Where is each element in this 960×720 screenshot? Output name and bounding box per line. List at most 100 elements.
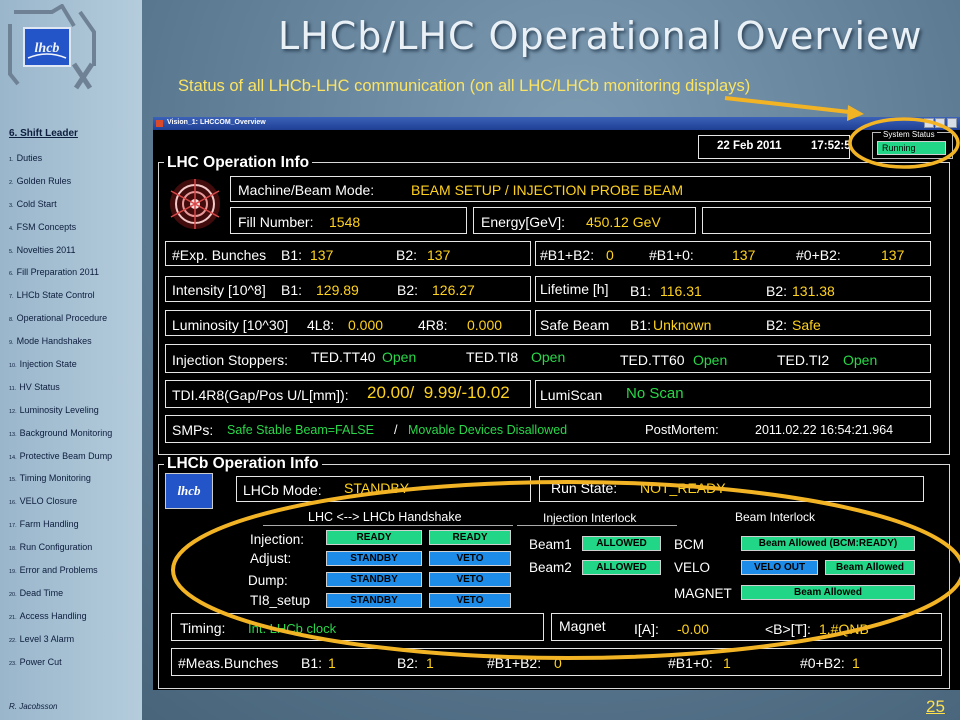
luminosity-label: Luminosity [10^30] <box>172 317 289 333</box>
sidebar-item[interactable]: 1. Duties <box>9 153 141 176</box>
sidebar-item[interactable]: 22. Level 3 Alarm <box>9 634 141 657</box>
dump-lhc-state[interactable]: VETO <box>429 572 511 587</box>
sidebar-item[interactable]: 6. Fill Preparation 2011 <box>9 267 141 290</box>
meas-b1-label: B1: <box>301 655 323 671</box>
smps-separator: / <box>394 423 398 437</box>
lhc-collision-icon <box>170 179 220 229</box>
injection-interlock-title: Injection Interlock <box>543 511 637 525</box>
meas-bunches-box: #Meas.Bunches B1: 1 B2: 1 #B1+B2: 0 #B1+… <box>171 648 942 676</box>
timing-label: Timing: <box>180 620 226 636</box>
energy-label: Energy[GeV]: <box>481 214 566 230</box>
safe-beam-box: Safe Beam B1: Unknown B2: Safe <box>535 310 931 336</box>
sidebar-item[interactable]: 4. FSM Concepts <box>9 222 141 245</box>
sidebar-item-label: Duties <box>16 153 43 163</box>
machine-mode-value: BEAM SETUP / INJECTION PROBE BEAM <box>411 182 684 198</box>
sidebar-item-number: 15. <box>9 477 17 484</box>
sidebar-item-label: Power Cut <box>19 656 62 667</box>
intensity-label: Intensity [10^8] <box>172 282 266 298</box>
sidebar-item[interactable]: 2. Golden Rules <box>9 176 141 199</box>
sidebar-item[interactable]: 23. Power Cut <box>9 657 141 680</box>
lhcb-logo-icon: lhcb <box>8 4 96 90</box>
meas-bunches-label: #Meas.Bunches <box>178 655 279 671</box>
injection-label: Injection: <box>250 532 305 547</box>
maximize-icon[interactable] <box>935 118 945 128</box>
sidebar-item[interactable]: 12. Luminosity Leveling <box>9 405 141 428</box>
lhc-operation-title: LHC Operation Info <box>164 154 313 172</box>
beam2-label: Beam2 <box>529 560 572 575</box>
injection-lhc-state[interactable]: READY <box>429 530 511 545</box>
sidebar-item[interactable]: 17. Farm Handling <box>9 519 141 542</box>
beam-interlock-title: Beam Interlock <box>735 510 816 524</box>
energy-box: Energy[GeV]: 450.12 GeV <box>473 207 696 234</box>
safe-b2-value: Safe <box>792 317 821 333</box>
beam1-allowed[interactable]: ALLOWED <box>582 536 661 551</box>
fill-number-value: 1548 <box>329 214 361 230</box>
beam2-allowed[interactable]: ALLOWED <box>582 560 661 575</box>
sidebar-item-label: Novelties 2011 <box>16 244 76 255</box>
meas-b1-value: 1 <box>328 655 336 671</box>
meas-0b2-value: 1 <box>852 655 860 671</box>
sidebar-item[interactable]: 21. Access Handling <box>9 611 141 634</box>
sidebar-item[interactable]: 10. Injection State <box>9 359 141 382</box>
sidebar: lhcb 6. Shift Leader 1. Duties 2. Golden Ru… <box>0 0 142 720</box>
sidebar-item-number: 10. <box>9 363 17 370</box>
safe-b2-label: B2: <box>766 317 788 333</box>
sidebar-item-number: 22. <box>9 637 17 644</box>
sidebar-item[interactable]: 5. Novelties 2011 <box>9 245 141 268</box>
velo-out-status[interactable]: VELO OUT <box>741 560 818 575</box>
ti8-setup-lhc-state[interactable]: VETO <box>429 593 511 608</box>
minimize-icon[interactable] <box>924 118 934 128</box>
dump-label: Dump: <box>248 573 288 588</box>
sidebar-item-label: Cold Start <box>16 198 57 209</box>
sidebar-item[interactable]: 11. HV Status <box>9 382 141 405</box>
sidebar-item[interactable]: 3. Cold Start <box>9 199 141 222</box>
sidebar-item[interactable]: 20. Dead Time <box>9 588 141 611</box>
dump-lhcb-state[interactable]: STANDBY <box>326 572 422 587</box>
magnet-label: MAGNET <box>674 586 732 601</box>
time: 17:52:5 <box>811 140 850 152</box>
close-icon[interactable] <box>947 118 957 128</box>
datetime-box: 22 Feb 2011 17:52:5 <box>698 135 850 159</box>
tt60-value: Open <box>693 352 728 368</box>
sidebar-item-number: 19. <box>9 569 17 576</box>
bcm-status[interactable]: Beam Allowed (BCM:READY) <box>741 536 915 551</box>
smps-box: SMPs: Safe Stable Beam=FALSE / Movable D… <box>165 415 931 443</box>
exp-b1-value: 137 <box>310 247 334 263</box>
sidebar-item[interactable]: 7. LHCb State Control <box>9 290 141 313</box>
sidebar-item[interactable]: 9. Mode Handshakes <box>9 336 141 359</box>
sidebar-item-label: Protective Beam Dump <box>19 450 113 461</box>
sidebar-item-label: Error and Problems <box>19 565 98 576</box>
sidebar-item[interactable]: 14. Protective Beam Dump <box>9 451 141 474</box>
ti2-value: Open <box>843 352 878 368</box>
ti8-setup-label: TI8_setup <box>250 593 311 608</box>
sidebar-item[interactable]: 15. Timing Monitoring <box>9 473 141 496</box>
safe-b1-value: Unknown <box>653 317 712 333</box>
sidebar-item[interactable]: 18. Run Configuration <box>9 542 141 565</box>
smps-label: SMPs: <box>172 422 214 438</box>
sidebar-item[interactable]: 19. Error and Problems <box>9 565 141 588</box>
adjust-lhcb-state[interactable]: STANDBY <box>326 551 422 566</box>
exp-b1-label: B1: <box>281 247 303 263</box>
bcm-label: BCM <box>674 537 704 552</box>
zero-b2-label: #0+B2: <box>796 247 841 263</box>
sidebar-item[interactable]: 13. Background Monitoring <box>9 428 141 451</box>
intensity-box: Intensity [10^8] B1: 129.89 B2: 126.27 <box>165 276 531 302</box>
ti8-label: TED.TI8 <box>466 349 519 365</box>
sidebar-item[interactable]: 16. VELO Closure <box>9 496 141 519</box>
postmortem-value: 2011.02.22 16:54:21.964 <box>755 423 894 437</box>
b1b2-value: 0 <box>606 247 614 263</box>
adjust-lhc-state[interactable]: VETO <box>429 551 511 566</box>
lumi-4r8-value: 0.000 <box>467 317 503 333</box>
sidebar-item[interactable]: 8. Operational Procedure <box>9 313 141 336</box>
injection-lhcb-state[interactable]: READY <box>326 530 422 545</box>
system-status-value: Running <box>877 141 946 155</box>
smps-movable-devices: Movable Devices Disallowed <box>408 423 568 437</box>
meas-b1-0-value: 1 <box>723 655 731 671</box>
page-number[interactable]: 25 <box>926 697 945 717</box>
int-b2-label: B2: <box>397 282 419 298</box>
sidebar-item-number: 13. <box>9 431 17 438</box>
magnet-beam-allowed[interactable]: Beam Allowed <box>741 585 915 600</box>
ti8-setup-lhcb-state[interactable]: STANDBY <box>326 593 422 608</box>
velo-beam-allowed[interactable]: Beam Allowed <box>825 560 915 575</box>
lifetime-box: Lifetime [h] B1: 116.31 B2: 131.38 <box>535 276 931 302</box>
